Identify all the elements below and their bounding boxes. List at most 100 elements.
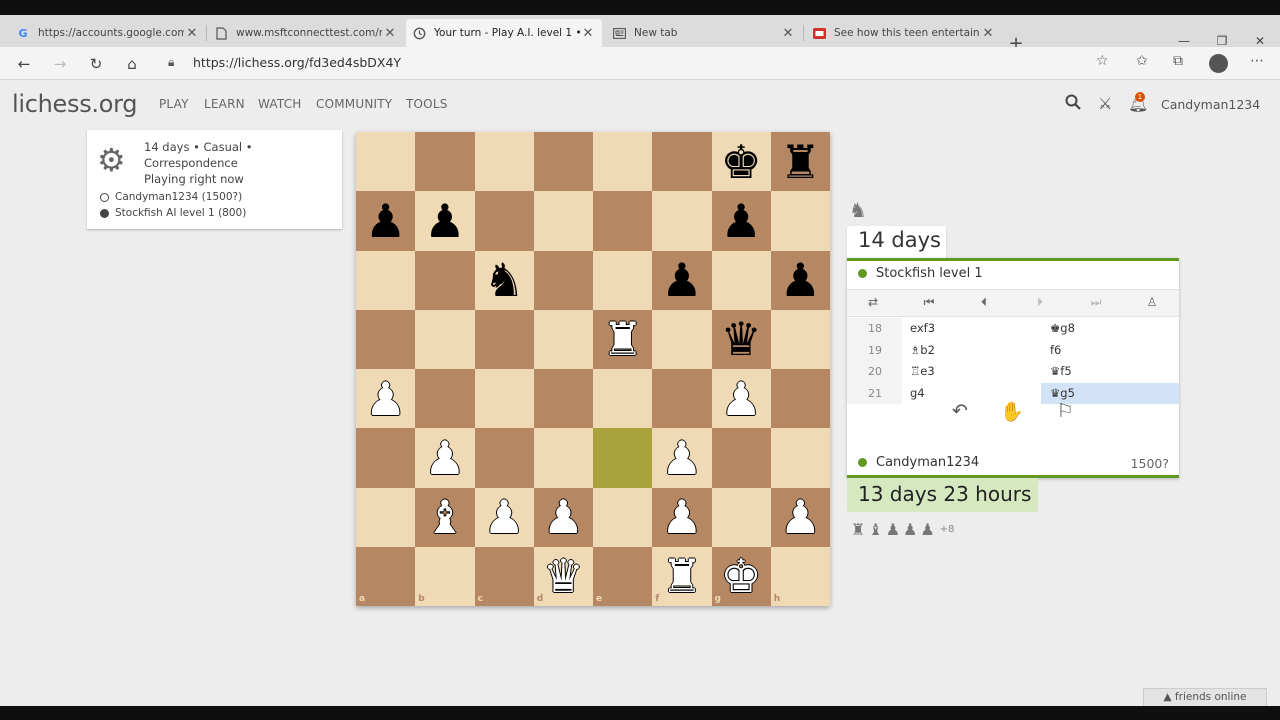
square-b8[interactable] [415, 132, 475, 192]
opponent-row[interactable]: Stockfish level 1 [858, 266, 983, 281]
black-move[interactable]: ♚g8 [1041, 318, 1179, 340]
analysis-icon[interactable]: ♙ [1143, 295, 1161, 309]
prev-move-icon[interactable]: ⏴ [975, 295, 993, 310]
white-move[interactable]: ♗b2 [910, 340, 935, 362]
nav-learn[interactable]: LEARN [204, 97, 245, 111]
white-piece-c2[interactable]: ♟ [484, 494, 525, 540]
user-menu[interactable]: Candyman1234 [1161, 97, 1260, 112]
white-piece-f2[interactable]: ♟ [661, 494, 702, 540]
close-icon[interactable]: ✕ [780, 26, 796, 41]
square-a6[interactable] [356, 250, 416, 310]
square-d4[interactable] [533, 369, 593, 429]
square-f2[interactable]: ♟ [652, 487, 712, 547]
square-d7[interactable] [533, 191, 593, 251]
url-text[interactable]: https://lichess.org/fd3ed4sbDX4Y [193, 55, 401, 70]
collections-icon[interactable]: ⧉ [1173, 53, 1183, 69]
next-move-icon[interactable]: ⏵ [1031, 295, 1049, 310]
black-piece-c6[interactable]: ♞ [484, 257, 525, 303]
last-move-icon[interactable]: ⏭ [1087, 295, 1105, 310]
square-e8[interactable] [593, 132, 653, 192]
player-name[interactable]: Candyman1234 [876, 455, 979, 470]
browser-tab-msft[interactable]: www.msftconnecttest.com/redirect ✕ [208, 19, 404, 47]
black-piece-g7[interactable]: ♟ [721, 198, 762, 244]
minimize-icon[interactable]: — [1174, 34, 1194, 48]
white-piece-f3[interactable]: ♟ [661, 435, 702, 481]
square-b4[interactable] [415, 369, 475, 429]
takeback-icon[interactable]: ↶ [947, 400, 973, 422]
white-piece-b3[interactable]: ♟ [424, 435, 465, 481]
close-icon[interactable]: ✕ [382, 26, 398, 41]
player-row[interactable]: Candyman1234 [858, 455, 979, 470]
opponent-name[interactable]: Stockfish level 1 [876, 266, 983, 281]
black-piece-b7[interactable]: ♟ [424, 198, 465, 244]
square-f6[interactable]: ♟ [652, 250, 712, 310]
square-d2[interactable]: ♟ [533, 487, 593, 547]
square-b3[interactable]: ♟ [415, 428, 475, 488]
nav-community[interactable]: COMMUNITY [316, 97, 392, 111]
chess-board[interactable]: ♚ ♜ ♟ ♟ ♟ ♞ ♟ ♟ ♜ ♛ ♟ ♟ ♟ ♟ ♝ ♟ ♟ ♟ ♟ ♛ ♜ ♚ 8 7 6 5 4 3 2 1 a b c d e f g h [356, 132, 830, 606]
square-e7[interactable] [593, 191, 653, 251]
close-icon[interactable]: ✕ [184, 26, 200, 41]
square-d6[interactable] [533, 250, 593, 310]
search-icon[interactable] [1065, 94, 1081, 114]
white-piece-g1[interactable]: ♚ [721, 553, 762, 599]
square-c6[interactable]: ♞ [474, 250, 534, 310]
square-b6[interactable] [415, 250, 475, 310]
square-b2[interactable]: ♝ [415, 487, 475, 547]
nav-play[interactable]: PLAY [159, 97, 189, 111]
square-b5[interactable] [415, 309, 475, 369]
square-g3[interactable] [711, 428, 771, 488]
square-f8[interactable] [652, 132, 712, 192]
white-player-line[interactable]: Candyman1234 (1500?) [100, 191, 242, 203]
white-piece-d1[interactable]: ♛ [543, 553, 584, 599]
favorite-star-icon[interactable]: ☆ [1096, 53, 1109, 69]
square-g4[interactable]: ♟ [711, 369, 771, 429]
restore-icon[interactable]: ❐ [1212, 34, 1232, 48]
browser-tab-lichess[interactable]: Your turn - Play A.I. level 1 • lichess … [406, 19, 602, 47]
white-move[interactable]: ♖e3 [910, 361, 935, 383]
white-piece-f1[interactable]: ♜ [661, 553, 702, 599]
offer-draw-icon[interactable]: ✋ [999, 400, 1025, 423]
nav-tools[interactable]: TOOLS [406, 97, 448, 111]
white-piece-b2[interactable]: ♝ [424, 494, 465, 540]
square-a2[interactable] [356, 487, 416, 547]
square-e5[interactable]: ♜ [593, 309, 653, 369]
square-a7[interactable]: ♟ [356, 191, 416, 251]
black-piece-f6[interactable]: ♟ [661, 257, 702, 303]
square-g2[interactable] [711, 487, 771, 547]
black-player-line[interactable]: Stockfish AI level 1 (800) [100, 207, 246, 219]
square-c5[interactable] [474, 309, 534, 369]
close-icon[interactable]: ✕ [980, 26, 996, 41]
square-a8[interactable] [356, 132, 416, 192]
black-piece-h8[interactable]: ♜ [780, 139, 821, 185]
square-c8[interactable] [474, 132, 534, 192]
close-icon[interactable]: ✕ [580, 26, 596, 41]
square-f3[interactable]: ♟ [652, 428, 712, 488]
square-e2[interactable] [593, 487, 653, 547]
white-player-name[interactable]: Candyman1234 (1500?) [115, 191, 242, 203]
black-piece-g5[interactable]: ♛ [721, 316, 762, 362]
white-piece-g4[interactable]: ♟ [721, 376, 762, 422]
square-c1[interactable] [474, 546, 534, 606]
first-move-icon[interactable]: ⏮ [920, 295, 938, 310]
square-e4[interactable] [593, 369, 653, 429]
window-close-icon[interactable]: ✕ [1250, 34, 1270, 48]
black-piece-h6[interactable]: ♟ [780, 257, 821, 303]
browser-tab-news[interactable]: See how this teen entertains her ✕ [806, 19, 1002, 47]
square-g6[interactable] [711, 250, 771, 310]
square-a3[interactable] [356, 428, 416, 488]
square-b7[interactable]: ♟ [415, 191, 475, 251]
refresh-icon[interactable]: ↻ [85, 53, 107, 75]
white-piece-d2[interactable]: ♟ [543, 494, 584, 540]
square-e6[interactable] [593, 250, 653, 310]
white-piece-h2[interactable]: ♟ [780, 494, 821, 540]
black-move[interactable]: f6 [1041, 340, 1179, 362]
browser-tab-google[interactable]: G https://accounts.google.com/info ✕ [10, 19, 206, 47]
square-d5[interactable] [533, 309, 593, 369]
square-e3[interactable] [593, 428, 653, 488]
favorites-list-icon[interactable]: ✩ [1136, 53, 1148, 69]
black-piece-a7[interactable]: ♟ [365, 198, 406, 244]
white-piece-a4[interactable]: ♟ [365, 376, 406, 422]
square-f5[interactable] [652, 309, 712, 369]
site-logo[interactable]: lichess.org [12, 90, 138, 118]
